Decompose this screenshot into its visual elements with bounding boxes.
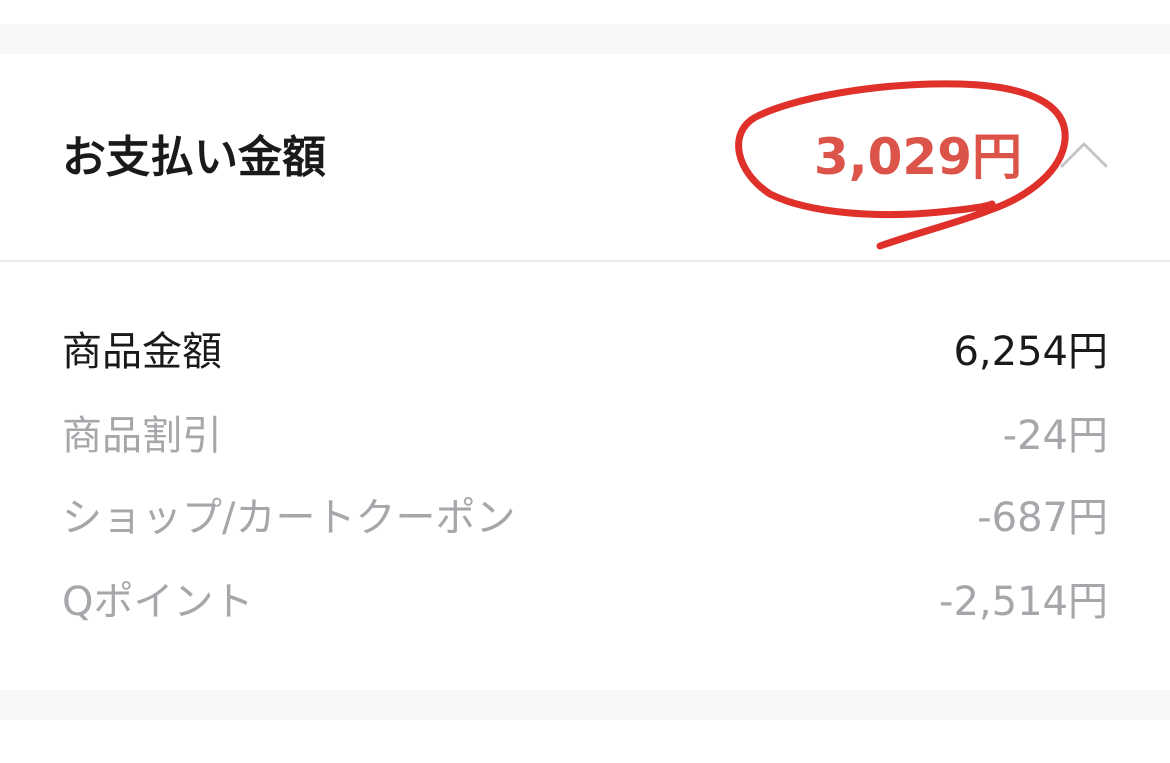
- section-divider-bottom: [0, 690, 1170, 720]
- breakdown-label: 商品割引: [62, 413, 222, 459]
- breakdown-label: 商品金額: [62, 329, 222, 375]
- breakdown-label: Qポイント: [62, 579, 254, 625]
- breakdown-row-product-amount: 商品金額 6,254円: [62, 324, 1108, 380]
- breakdown-value: -2,514円: [939, 579, 1108, 625]
- breakdown-value: -24円: [1002, 413, 1108, 459]
- payment-amount-header[interactable]: お支払い金額 3,029円: [0, 54, 1170, 262]
- breakdown-row-shop-cart-coupon: ショップ/カートクーポン -687円: [62, 490, 1108, 546]
- payment-total-amount: 3,029円: [813, 128, 1022, 186]
- breakdown-value: -687円: [977, 495, 1108, 541]
- section-divider-top: [0, 24, 1170, 54]
- breakdown-row-q-point: Qポイント -2,514円: [62, 574, 1108, 630]
- payment-breakdown: 商品金額 6,254円 商品割引 -24円 ショップ/カートクーポン -687円…: [0, 262, 1170, 690]
- breakdown-label: ショップ/カートクーポン: [62, 495, 516, 541]
- payment-amount-title: お支払い金額: [62, 132, 326, 183]
- breakdown-row-product-discount: 商品割引 -24円: [62, 408, 1108, 464]
- payment-summary-screen: お支払い金額 3,029円 商品金額 6,254円 商品割引 -24円 ショップ…: [0, 0, 1170, 763]
- chevron-up-icon[interactable]: [1058, 136, 1110, 170]
- breakdown-value: 6,254円: [953, 329, 1108, 375]
